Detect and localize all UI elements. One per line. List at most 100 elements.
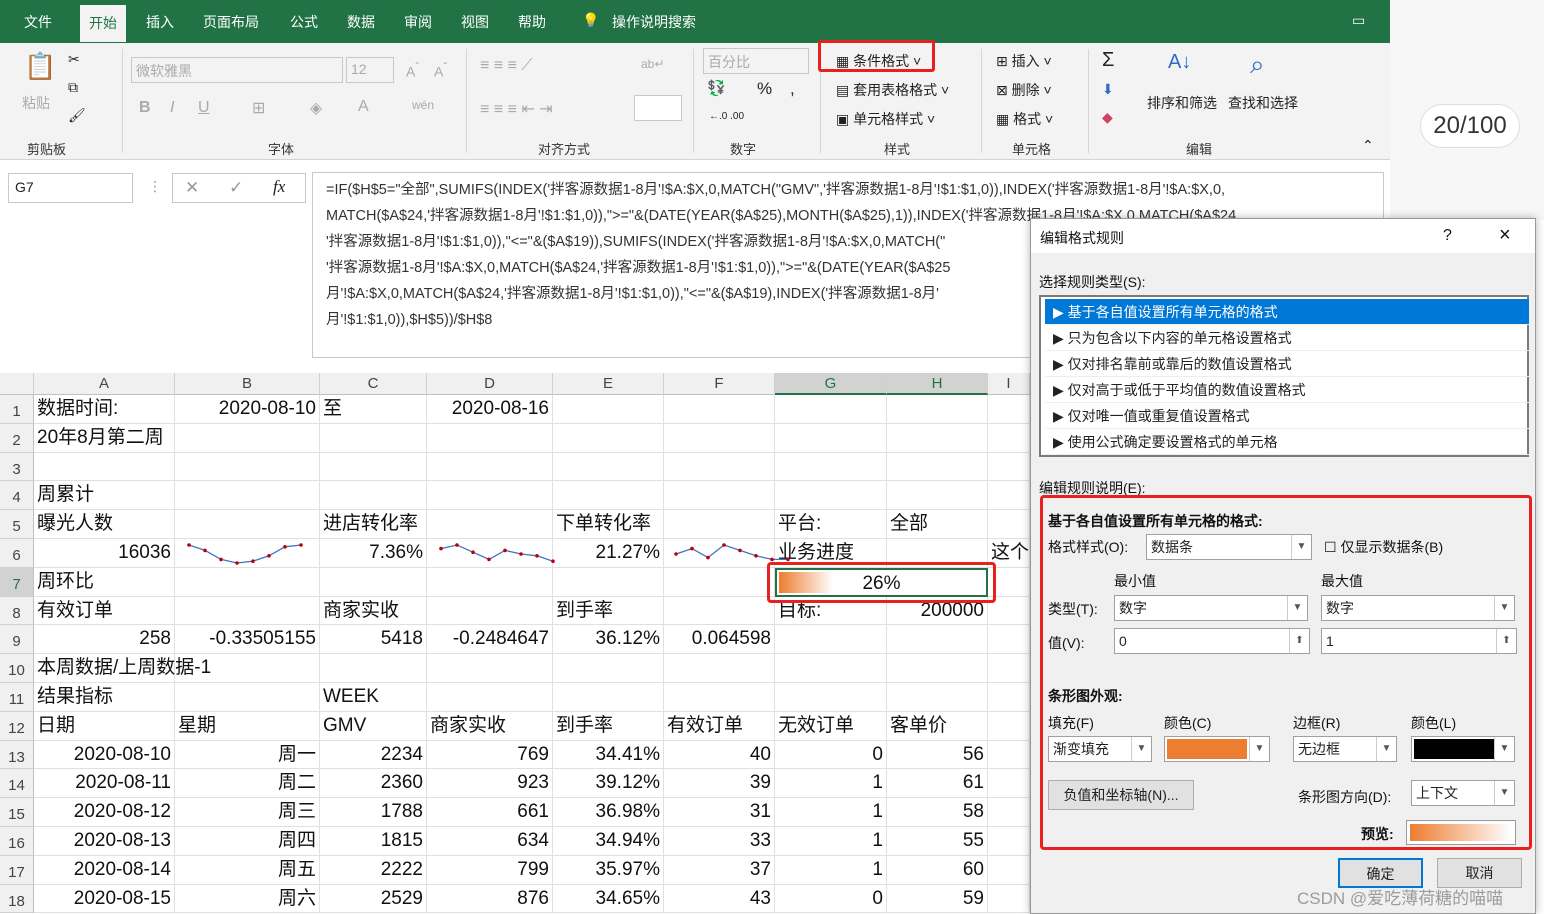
cell-D16[interactable]: 634 (427, 827, 553, 856)
cell-H9[interactable] (887, 625, 988, 655)
row-header[interactable]: 8 (0, 596, 34, 626)
cancel-icon[interactable]: ✕ (185, 178, 199, 198)
row-header[interactable]: 2 (0, 423, 34, 453)
rule-type-item[interactable]: ▶ 仅对排名靠前或靠后的数值设置格式 (1045, 351, 1529, 377)
cell-I13[interactable] (988, 740, 1030, 770)
collapse-ribbon-icon[interactable]: ⌃ (1362, 137, 1374, 154)
cell-F4[interactable] (664, 481, 775, 511)
cell-H12[interactable]: 客单价 (887, 711, 988, 741)
max-type-select[interactable]: 数字 ▼ (1321, 595, 1515, 621)
underline-button[interactable]: U (198, 99, 210, 117)
cell-G12[interactable]: 无效订单 (775, 711, 887, 741)
column-header-c[interactable]: C (320, 373, 427, 395)
cell-D14[interactable]: 923 (427, 769, 553, 799)
row-header[interactable]: 12 (0, 711, 34, 741)
cell-G16[interactable]: 1 (775, 827, 887, 856)
cell-H11[interactable] (887, 683, 988, 712)
find-select-button[interactable]: 查找和选择 (1228, 93, 1298, 113)
tab-data[interactable]: 数据 (347, 12, 375, 32)
cell-B2[interactable] (175, 423, 320, 453)
cell-A9[interactable]: 258 (34, 625, 175, 655)
cut-icon[interactable]: ✂ (68, 51, 80, 68)
cell-F7[interactable] (664, 567, 775, 597)
tab-review[interactable]: 审阅 (404, 12, 432, 32)
align-left-icon[interactable]: ≡ ≡ ≡ ⇤ ⇥ (480, 99, 553, 119)
row-header[interactable]: 17 (0, 855, 34, 885)
cell-styles-button[interactable]: ▣ 单元格样式 ˅ (836, 109, 935, 129)
fill-select[interactable]: 渐变填充 ▼ (1048, 736, 1152, 762)
cell-B7[interactable] (175, 567, 320, 597)
cell-F11[interactable] (664, 683, 775, 712)
cell-C17[interactable]: 2222 (320, 855, 427, 885)
cell-D8[interactable] (427, 596, 553, 626)
cell-I14[interactable] (988, 769, 1030, 799)
cell-I11[interactable] (988, 683, 1030, 712)
align-top-icon[interactable]: ≡ ≡ ≡ ⟋ (480, 57, 533, 75)
cell-C16[interactable]: 1815 (320, 827, 427, 856)
cell-C4[interactable] (320, 481, 427, 511)
enter-icon[interactable]: ✓ (229, 178, 243, 198)
cell-B12[interactable]: 星期 (175, 711, 320, 741)
cell-E15[interactable]: 36.98% (553, 798, 664, 827)
cell-E14[interactable]: 39.12% (553, 769, 664, 799)
cell-A4[interactable]: 周累计 (34, 481, 175, 511)
cell-I3[interactable] (988, 452, 1030, 482)
cell-D4[interactable] (427, 481, 553, 511)
cell-E1[interactable] (553, 395, 664, 424)
cell-D5[interactable] (427, 510, 553, 539)
cell-C13[interactable]: 2234 (320, 740, 427, 770)
fill-icon[interactable]: ⬇ (1102, 81, 1114, 98)
row-header[interactable]: 9 (0, 625, 34, 655)
cell-E3[interactable] (553, 452, 664, 482)
cell-D2[interactable] (427, 423, 553, 453)
cell-B18[interactable]: 周六 (175, 884, 320, 914)
cell-C5[interactable]: 进店转化率 (320, 510, 427, 539)
cell-C6[interactable]: 7.36% (320, 539, 427, 568)
format-style-select[interactable]: 数据条 ▼ (1146, 534, 1312, 560)
cell-B3[interactable] (175, 452, 320, 482)
cell-G5[interactable]: 平台: (775, 510, 887, 539)
column-header-d[interactable]: D (427, 373, 553, 395)
cell-E10[interactable] (553, 654, 664, 683)
cell-B1[interactable]: 2020-08-10 (175, 395, 320, 424)
row-header[interactable]: 4 (0, 481, 34, 511)
cell-A2[interactable]: 20年8月第二周 (34, 423, 175, 453)
cell-E5[interactable]: 下单转化率 (553, 510, 664, 539)
cell-I15[interactable] (988, 798, 1030, 827)
paste-button[interactable]: 粘贴 (22, 93, 50, 113)
cell-G4[interactable] (775, 481, 887, 511)
sort-filter-icon[interactable]: A↓ (1168, 51, 1191, 74)
tab-insert[interactable]: 插入 (146, 12, 174, 32)
tab-home[interactable]: 开始 (80, 5, 126, 42)
cell-B9[interactable]: -0.33505155 (175, 625, 320, 655)
cell-B13[interactable]: 周一 (175, 740, 320, 770)
accounting-icon[interactable]: 💱 (707, 79, 726, 97)
cell-C7[interactable] (320, 567, 427, 597)
cell-I17[interactable] (988, 855, 1030, 885)
cell-C14[interactable]: 2360 (320, 769, 427, 799)
cell-F9[interactable]: 0.064598 (664, 625, 775, 655)
border-select[interactable]: 无边框 ▼ (1293, 736, 1397, 762)
autosum-icon[interactable]: Σ (1102, 49, 1114, 72)
italic-button[interactable]: I (170, 99, 174, 117)
cell-A14[interactable]: 2020-08-11 (34, 769, 175, 799)
comments-icon[interactable]: ▭ (1352, 12, 1365, 29)
cell-A16[interactable]: 2020-08-13 (34, 827, 175, 856)
cell-F17[interactable]: 37 (664, 855, 775, 885)
column-header-f[interactable]: F (664, 373, 775, 395)
cell-G1[interactable] (775, 395, 887, 424)
cell-H10[interactable] (887, 654, 988, 683)
cell-G15[interactable]: 1 (775, 798, 887, 827)
cell-H18[interactable]: 59 (887, 884, 988, 914)
cell-A3[interactable] (34, 452, 175, 482)
cell-F3[interactable] (664, 452, 775, 482)
cell-F18[interactable]: 43 (664, 884, 775, 914)
cell-H17[interactable]: 60 (887, 855, 988, 885)
cell-A12[interactable]: 日期 (34, 711, 175, 741)
help-button[interactable]: ? (1443, 227, 1452, 245)
cell-C10[interactable] (320, 654, 427, 683)
max-value-input[interactable]: 1 ⬆ (1321, 628, 1517, 654)
cell-I4[interactable] (988, 481, 1030, 511)
cell-A10[interactable]: 本周数据/上周数据-1 (34, 654, 211, 683)
format-painter-icon[interactable]: 🖌 (68, 107, 86, 124)
